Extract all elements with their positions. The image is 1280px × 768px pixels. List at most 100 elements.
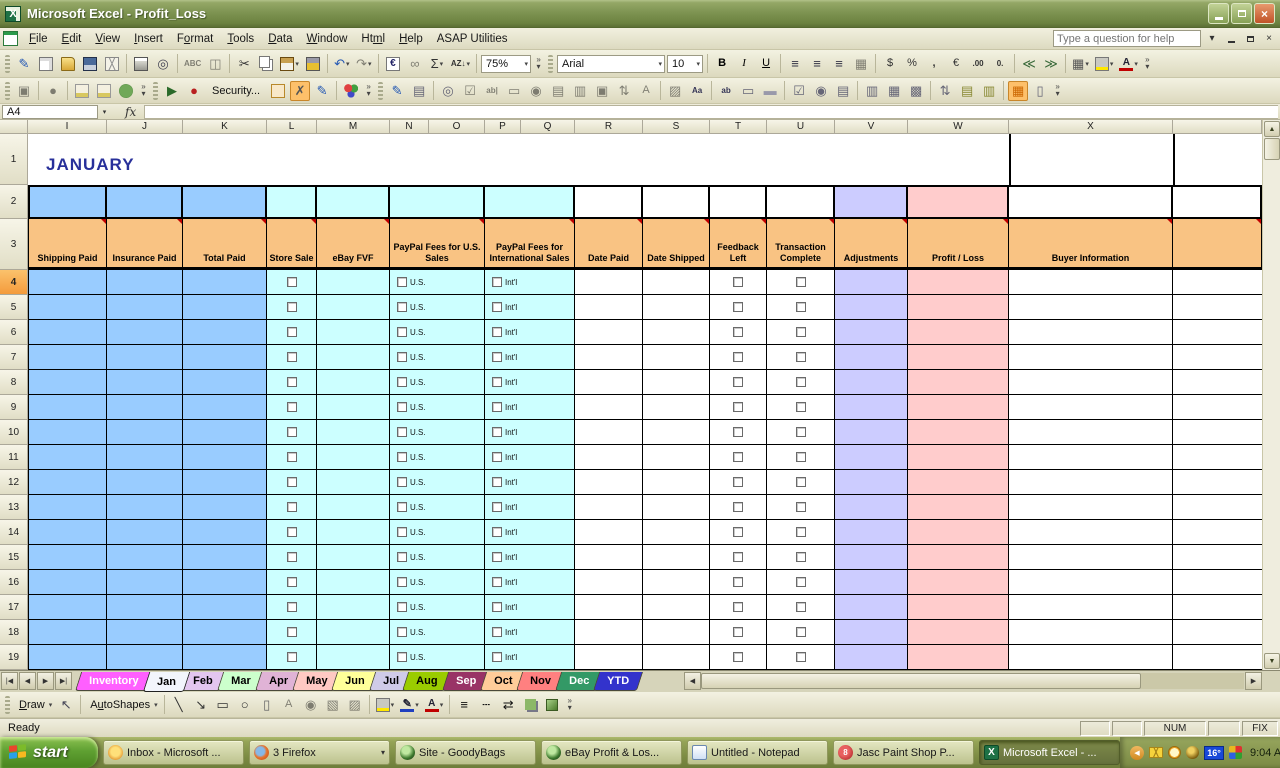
toolbar-drag-handle[interactable] [378,82,383,100]
checkbox-icon[interactable] [796,352,806,362]
new-document-icon[interactable] [36,54,56,74]
command-button-icon[interactable]: ▭ [504,81,524,101]
cell-j-16[interactable] [107,570,183,595]
taskbar-button-microsoft-excel[interactable]: XMicrosoft Excel - ... [979,740,1120,765]
cell-i-19[interactable] [28,645,107,670]
print-preview-icon[interactable]: ◎ [153,54,173,74]
cell-x-13[interactable] [1009,495,1173,520]
format-painter-icon[interactable] [303,54,323,74]
cell-u-16[interactable] [767,570,835,595]
cell-w-6[interactable] [908,320,1009,345]
scroll-right-icon[interactable]: ▶ [1245,672,1262,690]
cell-s-5[interactable] [643,295,710,320]
toolbar-options-button[interactable]: »▾ [1142,53,1153,75]
cell-l-9[interactable] [267,395,317,420]
checkbox-icon[interactable] [796,302,806,312]
cell-v-4[interactable] [835,270,908,295]
cell-m-9[interactable] [317,395,390,420]
checkbox-icon[interactable] [492,402,502,412]
checkbox-icon[interactable] [796,452,806,462]
column-header-W[interactable]: W [908,120,1009,134]
toolbar-options-button[interactable]: »▾ [138,80,149,102]
cell-pq-15[interactable]: Int'l [485,545,575,570]
chevron-down-icon[interactable]: ▾ [440,60,444,68]
cell-x-16[interactable] [1173,570,1262,595]
cell-u-4[interactable] [767,270,835,295]
row-col-icon[interactable]: ▦ [884,81,904,101]
next-sheet-button[interactable]: ▶ [37,672,54,690]
column-title-blank[interactable] [1173,219,1262,270]
textbox2-icon[interactable]: ab [716,81,736,101]
cell-l-12[interactable] [267,470,317,495]
cell-u-15[interactable] [767,545,835,570]
row-header-12[interactable]: 12 [0,470,28,495]
cell-r-17[interactable] [575,595,643,620]
window-restore-button[interactable] [1242,31,1258,46]
cell-no-14[interactable]: U.S. [390,520,485,545]
row-header-14[interactable]: 14 [0,520,28,545]
cell-u-8[interactable] [767,370,835,395]
cell-s-6[interactable] [643,320,710,345]
row-header-8[interactable]: 8 [0,370,28,395]
cell-no-10[interactable]: U.S. [390,420,485,445]
sort-ascending-icon[interactable]: AZ↓▾ [449,54,472,74]
oval-icon[interactable]: ○ [235,695,255,715]
cell-k-4[interactable] [183,270,267,295]
column-title-feedback-left[interactable]: Feedback Left [710,219,767,270]
band-cell-s[interactable] [643,185,710,219]
protect-workbook-icon[interactable] [94,81,114,101]
checkbox-icon[interactable] [287,302,297,312]
cell-r-12[interactable] [575,470,643,495]
checkbox-icon[interactable] [796,602,806,612]
checkbox-icon[interactable] [796,427,806,437]
band-cell-u[interactable] [767,185,835,219]
cell-pq-11[interactable]: Int'l [485,445,575,470]
checkbox-control-icon[interactable]: ☑ [460,81,480,101]
chevron-down-icon[interactable]: ▾ [694,60,701,68]
cell-no-11[interactable]: U.S. [390,445,485,470]
cell-x-5[interactable] [1009,295,1173,320]
undo-icon[interactable]: ↶▾ [332,54,352,74]
cell-m-7[interactable] [317,345,390,370]
cell-t-15[interactable] [710,545,767,570]
decrease-decimal-icon[interactable]: 0. [990,54,1010,74]
cell-x-11[interactable] [1009,445,1173,470]
chevron-down-icon[interactable]: ▾ [415,701,419,709]
cell-k-8[interactable] [183,370,267,395]
horizontal-scroll-thumb[interactable] [701,673,1141,689]
cell-w-13[interactable] [908,495,1009,520]
cell-i-12[interactable] [28,470,107,495]
column-title-transaction-complete[interactable]: Transaction Complete [767,219,835,270]
band-cell-r[interactable] [575,185,643,219]
cell-w-9[interactable] [908,395,1009,420]
row-col2-icon[interactable]: ▩ [906,81,926,101]
label-control-icon[interactable]: A [636,81,656,101]
close-button[interactable]: × [1254,3,1275,24]
checkbox-icon[interactable] [733,377,743,387]
cell-j-13[interactable] [107,495,183,520]
dash-style-icon[interactable]: ┄ [476,695,496,715]
paste-icon[interactable]: ▾ [278,54,301,74]
chevron-down-icon[interactable]: ▾ [522,60,529,68]
cell-v-8[interactable] [835,370,908,395]
cell-k-10[interactable] [183,420,267,445]
toolbar-drag-handle[interactable] [153,82,158,100]
cell-no-5[interactable]: U.S. [390,295,485,320]
checkbox-icon[interactable] [492,652,502,662]
cell-x-19[interactable] [1009,645,1173,670]
cell-r-5[interactable] [575,295,643,320]
cell-i-11[interactable] [28,445,107,470]
checkbox-icon[interactable] [492,452,502,462]
fill-color-button[interactable]: ▾ [1093,54,1116,74]
checkbox-icon[interactable] [397,352,407,362]
cell-m-6[interactable] [317,320,390,345]
chevron-down-icon[interactable]: ▾ [1110,60,1114,68]
taskbar-button-3-firefox[interactable]: 3 Firefox▾ [249,740,390,765]
row-header-10[interactable]: 10 [0,420,28,445]
cell-no-18[interactable]: U.S. [390,620,485,645]
run-macro-icon[interactable]: ▶ [162,81,182,101]
menu-item-view[interactable]: View [88,30,127,48]
toolbar-options-button[interactable]: »▾ [533,53,544,75]
cell-t-18[interactable] [710,620,767,645]
cell-u-6[interactable] [767,320,835,345]
